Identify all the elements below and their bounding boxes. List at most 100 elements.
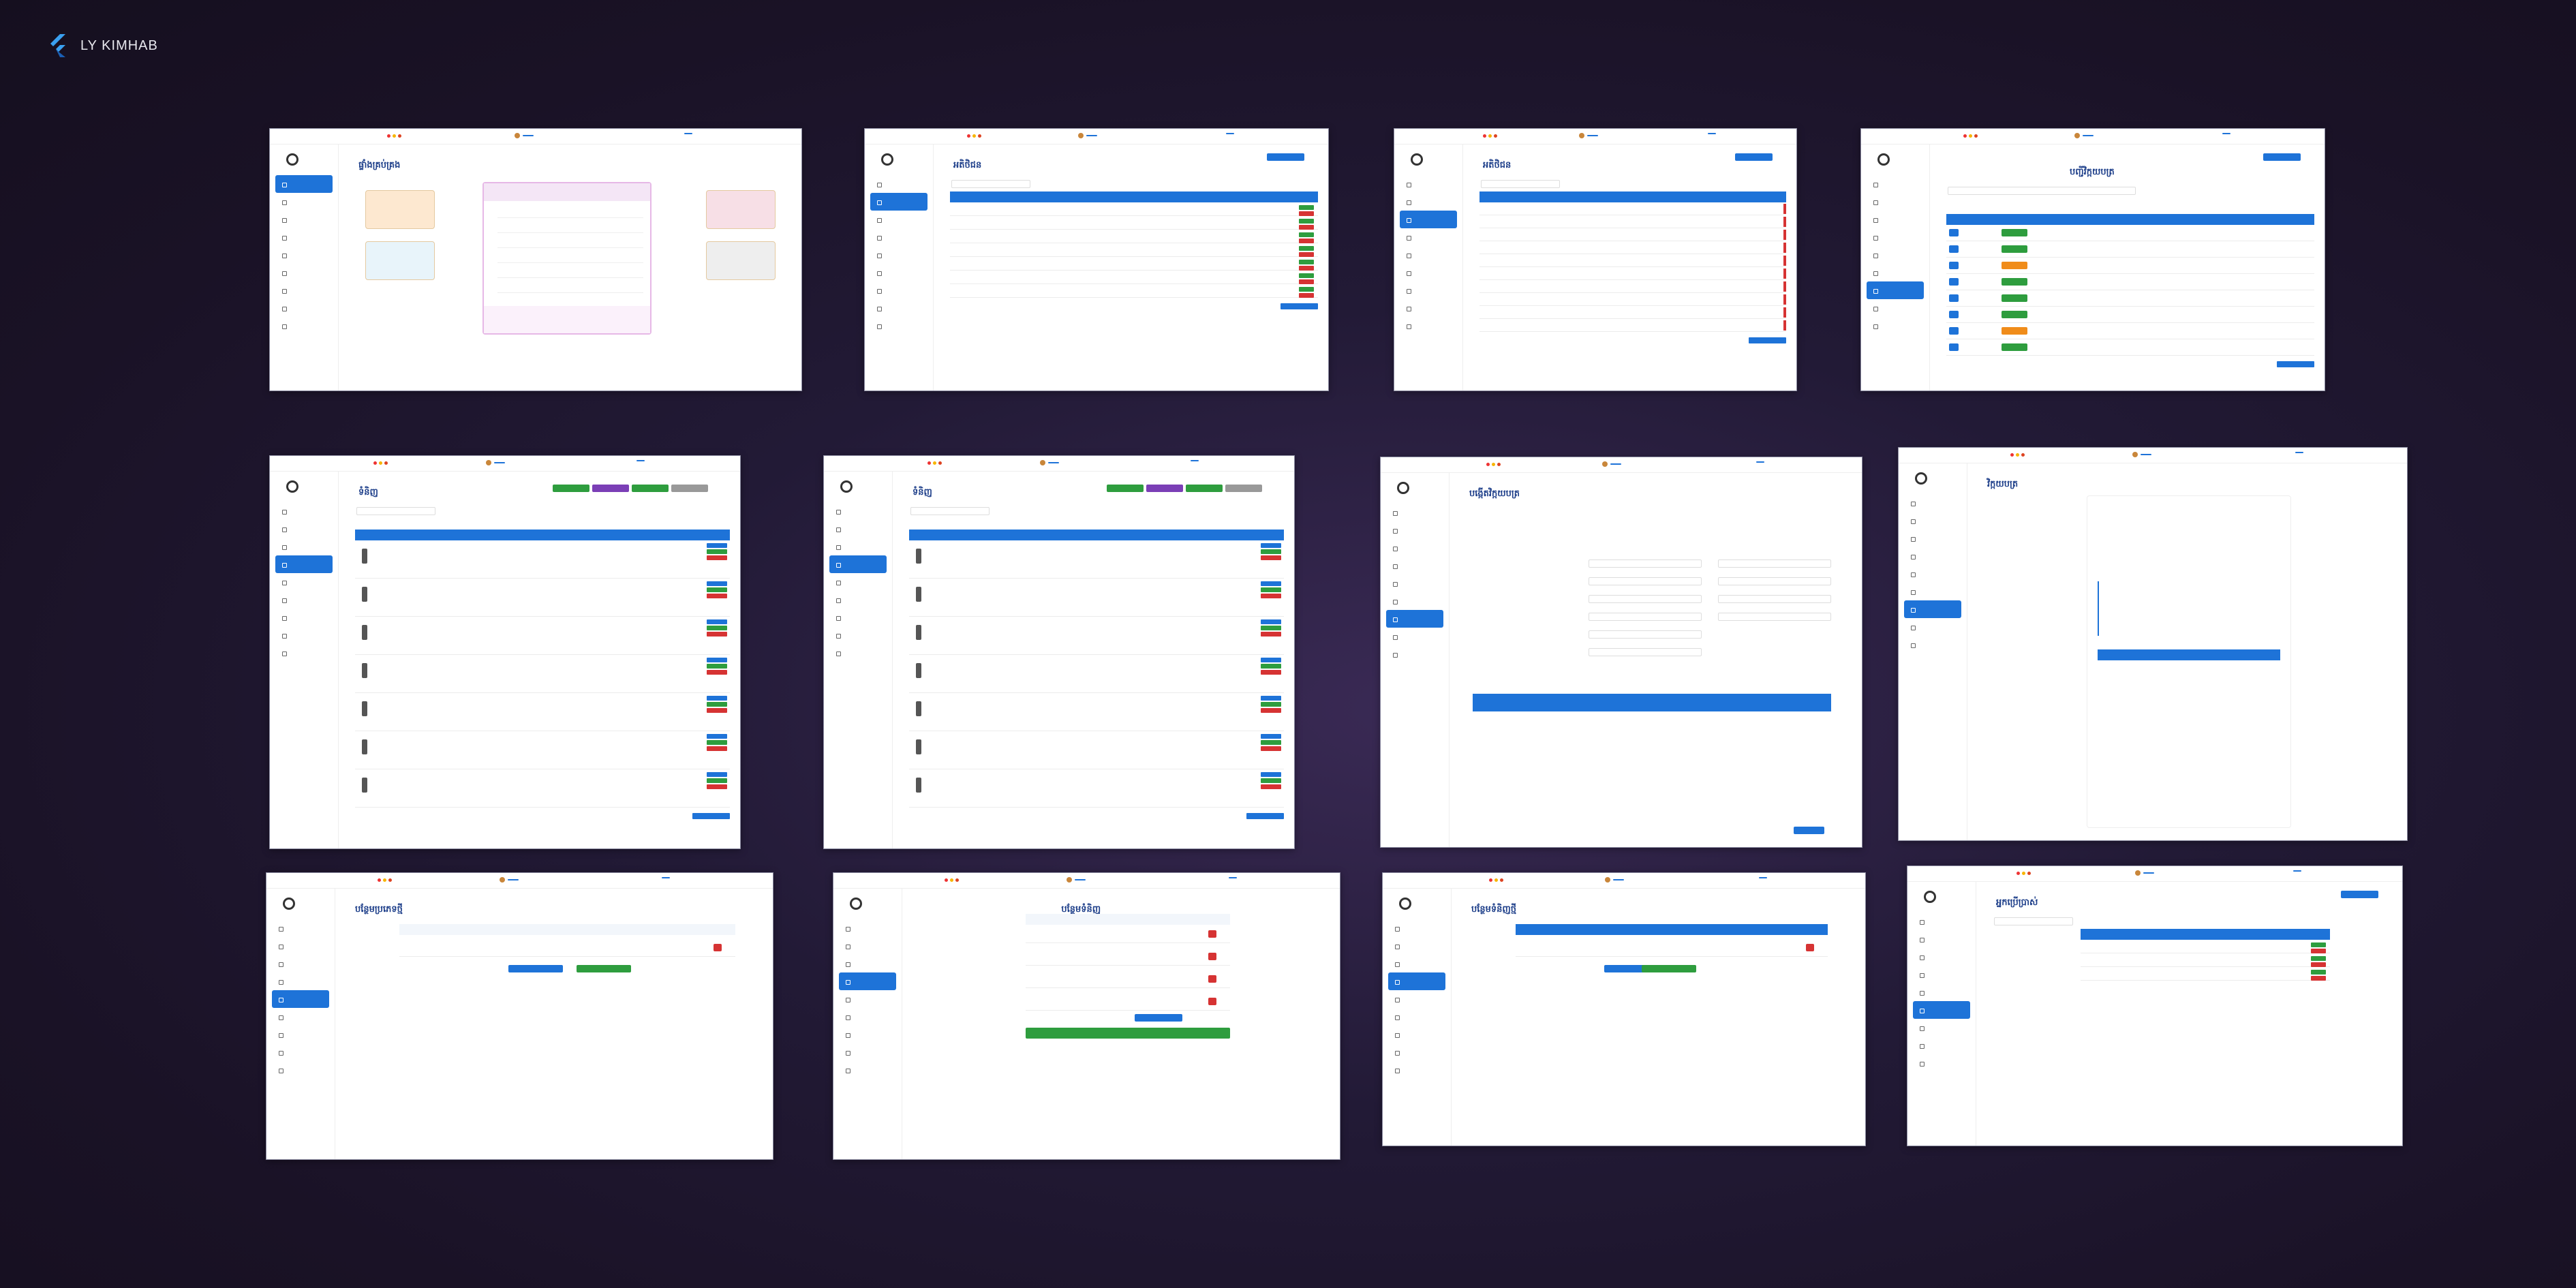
sidebar-item-5[interactable] <box>824 591 892 609</box>
sidebar-item-5[interactable] <box>270 264 338 281</box>
row-action-button[interactable] <box>1299 273 1314 278</box>
search-input[interactable] <box>356 507 435 515</box>
pagination[interactable] <box>2212 361 2314 367</box>
sidebar-item-8[interactable] <box>270 644 338 662</box>
row-action-button[interactable] <box>1261 626 1281 630</box>
pagination[interactable] <box>1216 303 1318 309</box>
sidebar-item-8[interactable] <box>1899 636 1967 654</box>
user-menu[interactable] <box>2134 870 2154 876</box>
sidebar-item-2[interactable] <box>824 538 892 555</box>
logout-button[interactable] <box>2293 870 2302 872</box>
sidebar-item-3[interactable] <box>270 228 338 246</box>
form-row[interactable] <box>1026 947 1231 966</box>
form-row[interactable] <box>1026 969 1231 988</box>
language-button[interactable] <box>494 462 506 463</box>
search-input[interactable] <box>1481 180 1560 188</box>
stat-card[interactable] <box>365 241 435 280</box>
sidebar-item-4[interactable] <box>865 246 933 264</box>
add-button[interactable] <box>1267 153 1304 161</box>
row-action-button[interactable] <box>1261 708 1281 713</box>
sidebar-item-1[interactable] <box>1383 937 1451 955</box>
sidebar-item-8[interactable] <box>865 317 933 335</box>
sidebar-item-0[interactable] <box>865 175 933 193</box>
sidebar-item-4[interactable] <box>270 573 338 591</box>
logout-button[interactable] <box>2295 452 2303 453</box>
form-row[interactable] <box>1026 992 1231 1011</box>
sidebar-item-2[interactable] <box>270 538 338 555</box>
row-action-button[interactable] <box>1261 549 1281 554</box>
sidebar-item-4[interactable] <box>1899 565 1967 583</box>
table-row[interactable] <box>355 731 730 769</box>
sidebar-item-2[interactable] <box>1400 211 1457 228</box>
table-row[interactable] <box>909 579 1284 617</box>
table-row[interactable] <box>909 655 1284 693</box>
sidebar-item-0[interactable] <box>1394 175 1462 193</box>
row-action-button[interactable] <box>2311 970 2327 975</box>
sidebar-item-3[interactable] <box>829 555 887 573</box>
language-button[interactable] <box>522 135 534 136</box>
form-row[interactable] <box>1026 924 1231 943</box>
row-action-button[interactable] <box>1261 740 1281 745</box>
view-button[interactable] <box>1949 229 1959 236</box>
language-button[interactable] <box>1587 135 1599 136</box>
row-action-button[interactable] <box>707 594 727 598</box>
sidebar-item-1[interactable] <box>270 520 338 538</box>
save-button[interactable] <box>1026 1028 1231 1039</box>
sidebar-item-5[interactable] <box>1913 1001 1970 1019</box>
sidebar-item-6[interactable] <box>270 281 338 299</box>
table-row[interactable] <box>909 617 1284 655</box>
language-button[interactable] <box>507 879 519 880</box>
form-field[interactable] <box>1589 648 1702 656</box>
sidebar-item-7[interactable] <box>270 626 338 644</box>
sidebar-item-6[interactable] <box>833 1026 902 1043</box>
table-row[interactable] <box>355 769 730 808</box>
sidebar-item-4[interactable] <box>270 246 338 264</box>
row-action-button[interactable] <box>1261 702 1281 707</box>
sidebar-item-0[interactable] <box>833 919 902 937</box>
sidebar-item-0[interactable] <box>270 502 338 520</box>
table-row[interactable] <box>950 230 1318 243</box>
table-row[interactable] <box>1479 241 1786 254</box>
form-field[interactable] <box>1589 559 1702 568</box>
table-row[interactable] <box>1479 306 1786 319</box>
sidebar-item-8[interactable] <box>833 1061 902 1079</box>
sidebar-item-4[interactable] <box>824 573 892 591</box>
sidebar-item-5[interactable] <box>1899 583 1967 600</box>
sidebar-item-4[interactable] <box>1907 983 1976 1001</box>
language-button[interactable] <box>2143 872 2154 874</box>
logout-button[interactable] <box>661 877 670 878</box>
stat-card[interactable] <box>706 190 776 229</box>
table-row[interactable] <box>2081 940 2331 953</box>
sidebar-item-2[interactable] <box>1381 539 1449 557</box>
table-row[interactable] <box>1479 280 1786 293</box>
row-action-button[interactable] <box>1261 581 1281 586</box>
sidebar-item-0[interactable] <box>266 919 335 937</box>
row-action-button[interactable] <box>2311 962 2327 967</box>
sidebar-item-1[interactable] <box>870 193 927 211</box>
view-button[interactable] <box>1949 327 1959 335</box>
sidebar-item-4[interactable] <box>1394 246 1462 264</box>
row-action-button[interactable] <box>1299 293 1314 298</box>
table-row[interactable] <box>950 243 1318 257</box>
row-action-button[interactable] <box>1261 778 1281 783</box>
stat-card[interactable] <box>706 241 776 280</box>
row-action-button[interactable] <box>1261 670 1281 675</box>
row-action-button[interactable] <box>1261 587 1281 592</box>
sidebar-item-5[interactable] <box>833 1008 902 1026</box>
row-action-button[interactable] <box>707 549 727 554</box>
logout-button[interactable] <box>1226 133 1235 134</box>
stat-card[interactable] <box>365 190 435 229</box>
user-menu[interactable] <box>2132 452 2152 457</box>
row-action-button[interactable] <box>1261 696 1281 701</box>
row-action-button[interactable] <box>1299 246 1314 251</box>
table-row[interactable] <box>2081 967 2331 981</box>
row-action-button[interactable] <box>1261 746 1281 751</box>
user-menu[interactable] <box>2074 133 2094 138</box>
sidebar-item-8[interactable] <box>1383 1061 1451 1079</box>
sidebar-item-5[interactable] <box>1383 1008 1451 1026</box>
sidebar-item-7[interactable] <box>1907 1037 1976 1054</box>
sidebar-item-2[interactable] <box>865 211 933 228</box>
sidebar-item-0[interactable] <box>1899 494 1967 512</box>
toolbar-button-1[interactable] <box>1146 485 1183 492</box>
user-menu[interactable] <box>1601 461 1621 467</box>
